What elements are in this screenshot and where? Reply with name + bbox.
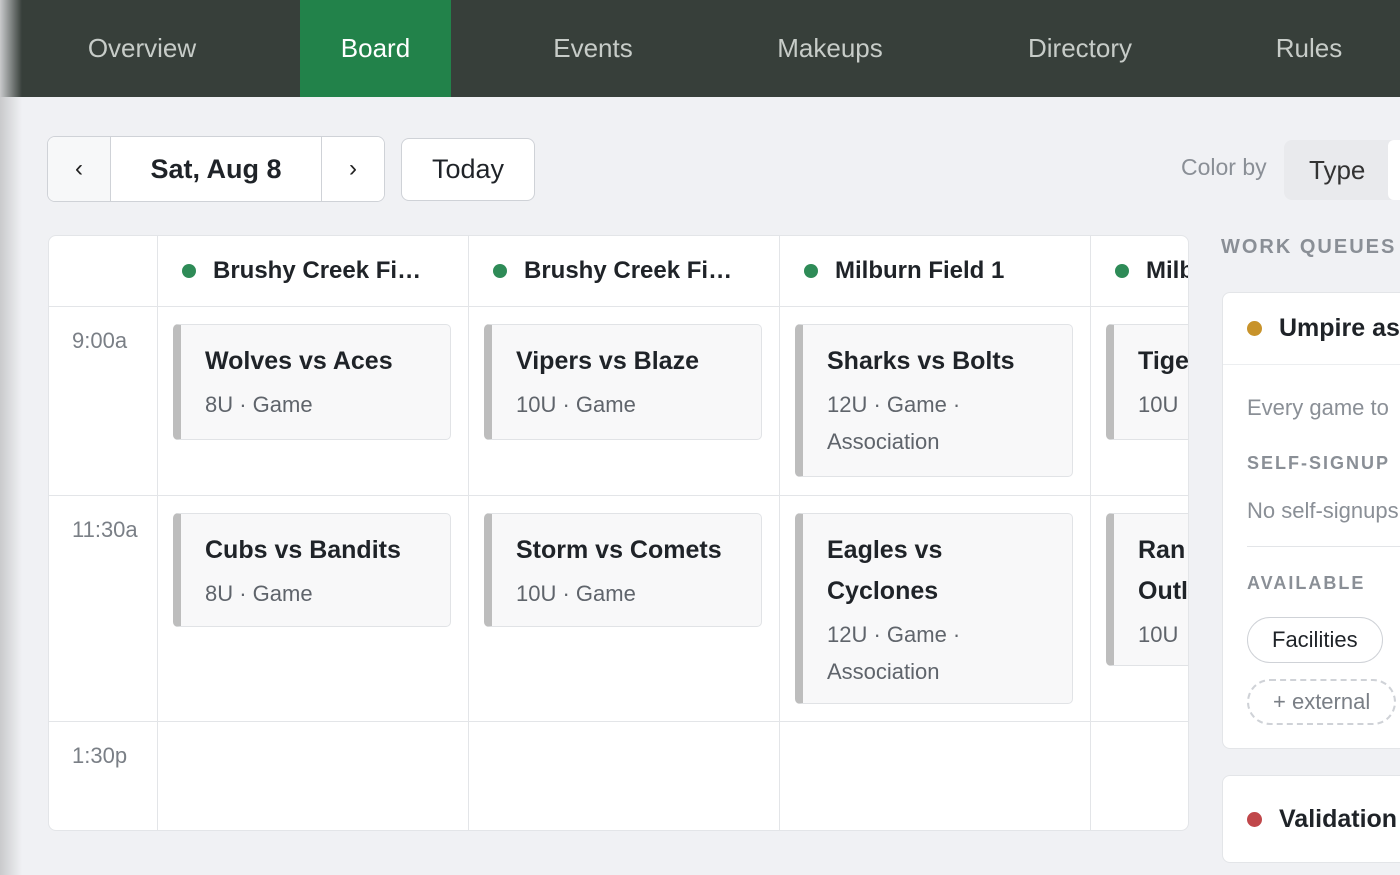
self-signup-label: SELF-SIGNUP (1247, 453, 1391, 473)
umpire-queue-title: Umpire as (1279, 314, 1400, 342)
today-button[interactable]: Today (401, 138, 535, 201)
color-by-value: Type (1309, 154, 1366, 185)
umpire-queue-description: Every game to (1247, 395, 1389, 420)
game-meta: 10U · Game (516, 581, 636, 606)
grid-divider (779, 236, 780, 830)
facilities-chip[interactable]: Facilities (1247, 617, 1383, 663)
game-card[interactable]: Vipers vs Blaze 10U · Game (484, 324, 762, 440)
field-column-header[interactable]: Milb (1091, 236, 1188, 306)
game-title: Sharks vs Bolts (827, 347, 1015, 375)
time-label: 11:30a (72, 517, 138, 542)
game-title: Ran Outl (1138, 536, 1188, 605)
game-meta: 10U (1138, 392, 1179, 417)
field-column-header[interactable]: Milburn Field 1 (780, 236, 1090, 306)
tab-makeups[interactable]: Makeups (740, 0, 920, 97)
grid-divider (157, 236, 158, 830)
grid-divider (49, 495, 1188, 496)
tab-directory[interactable]: Directory (990, 0, 1170, 97)
field-column-header[interactable]: Brushy Creek Fi… (469, 236, 779, 306)
grid-divider (1090, 236, 1091, 830)
field-status-dot (804, 264, 818, 278)
game-card[interactable]: Sharks vs Bolts 12U · Game · Association (795, 324, 1073, 477)
game-card[interactable]: Ran Outl 10U (1106, 513, 1188, 666)
self-signup-status: No self-signups (1247, 498, 1399, 523)
field-column-header[interactable]: Brushy Creek Fi… (158, 236, 468, 306)
game-meta: 8U · Game (205, 392, 313, 417)
add-external-chip[interactable]: + external (1247, 679, 1397, 725)
queue-status-dot (1247, 811, 1262, 827)
field-name: Brushy Creek Fi… (524, 257, 733, 284)
validation-queue-title: Validation (1279, 804, 1398, 833)
game-title: Storm vs Comets (516, 536, 722, 564)
game-title: Tige (1138, 347, 1189, 375)
game-card[interactable]: Storm vs Comets 10U · Game (484, 513, 762, 627)
game-meta: 10U (1138, 622, 1179, 647)
game-meta: 12U · Game · Association (827, 392, 961, 454)
panel-divider (1247, 546, 1400, 547)
game-meta: 10U · Game (516, 392, 636, 417)
game-meta: 12U · Game · Association (827, 622, 961, 684)
validation-queue-panel: Validation (1222, 775, 1400, 863)
color-by-select[interactable]: Type (1284, 140, 1400, 200)
field-name: Milb (1146, 257, 1188, 284)
grid-divider (49, 721, 1188, 722)
queue-status-dot (1247, 321, 1262, 336)
tab-overview[interactable]: Overview (47, 0, 237, 97)
field-name: Milburn Field 1 (835, 257, 1005, 284)
game-title: Wolves vs Aces (205, 347, 393, 375)
previous-day-button[interactable]: ‹ (48, 137, 111, 201)
game-card[interactable]: Eagles vs Cyclones 12U · Game · Associat… (795, 513, 1073, 704)
field-status-dot (1115, 264, 1129, 278)
game-title: Eagles vs Cyclones (827, 536, 943, 605)
validation-queue-header[interactable]: Validation (1223, 776, 1400, 862)
grid-divider (468, 236, 469, 830)
umpire-queue-panel: Umpire as Every game to SELF-SIGNUP No s… (1222, 292, 1400, 749)
current-date: Sat, Aug 8 (150, 153, 282, 184)
top-nav: Overview Board Events Makeups Directory … (0, 0, 1400, 97)
time-label: 1:30p (72, 743, 128, 768)
tab-rules[interactable]: Rules (1240, 0, 1378, 97)
color-by-label: Color by (1181, 154, 1267, 180)
grid-divider (49, 306, 1188, 307)
field-status-dot (493, 264, 507, 278)
date-navigator: ‹ Sat, Aug 8 › (47, 136, 385, 202)
game-title: Cubs vs Bandits (205, 536, 401, 564)
tab-events[interactable]: Events (518, 0, 668, 97)
umpire-queue-header[interactable]: Umpire as (1223, 293, 1400, 365)
field-name: Brushy Creek Fi… (213, 257, 422, 284)
work-queues-heading: WORK QUEUES (1221, 236, 1397, 258)
tab-board[interactable]: Board (300, 0, 451, 97)
field-status-dot (182, 264, 196, 278)
chevron-left-icon: ‹ (75, 155, 83, 182)
page-edge-shadow (0, 0, 22, 875)
game-card[interactable]: Wolves vs Aces 8U · Game (173, 324, 451, 440)
next-day-button[interactable]: › (321, 137, 384, 201)
schedule-board: Brushy Creek Fi… Brushy Creek Fi… Milbur… (48, 235, 1189, 831)
game-card[interactable]: Cubs vs Bandits 8U · Game (173, 513, 451, 627)
game-card[interactable]: Tige 10U (1106, 324, 1189, 440)
game-meta: 8U · Game (205, 581, 313, 606)
chevron-right-icon: › (349, 155, 357, 182)
time-label: 9:00a (72, 328, 128, 353)
available-label: AVAILABLE (1247, 573, 1366, 593)
game-title: Vipers vs Blaze (516, 347, 699, 375)
